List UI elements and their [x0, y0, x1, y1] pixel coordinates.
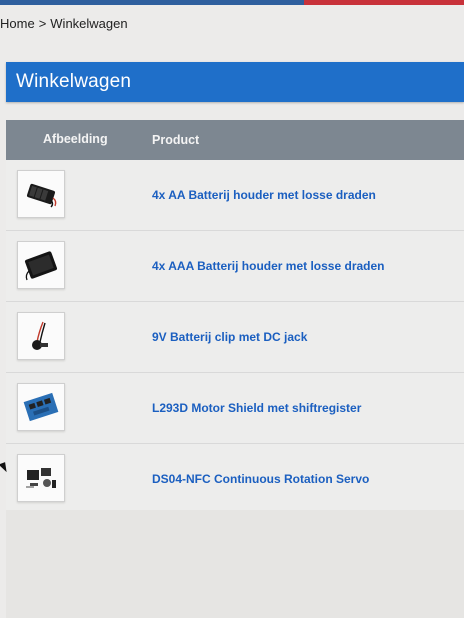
product-link[interactable]: 4x AA Batterij houder met losse draden: [152, 188, 376, 202]
battery-holder-aaa-icon: [24, 251, 58, 281]
page-header: Winkelwagen: [6, 62, 464, 102]
page-title: Winkelwagen: [16, 71, 132, 92]
product-thumbnail[interactable]: [17, 241, 65, 289]
cart-table: Afbeelding Product 4x AA Batterij houder…: [6, 120, 464, 515]
table-header: Afbeelding Product: [6, 120, 464, 160]
content-area-empty: [6, 510, 464, 618]
breadcrumb-separator: >: [38, 16, 47, 32]
battery-clip-icon: [32, 321, 48, 350]
table-row: 9V Batterij clip met DC jack: [6, 302, 464, 373]
breadcrumb-home-link[interactable]: Home: [0, 16, 35, 31]
table-row: DS04-NFC Continuous Rotation Servo: [6, 444, 464, 515]
servo-icon: [26, 468, 56, 488]
column-header-product: Product: [152, 133, 200, 147]
table-row: 4x AA Batterij houder met losse draden: [6, 160, 464, 231]
product-thumbnail[interactable]: [17, 312, 65, 360]
product-thumbnail[interactable]: [17, 170, 65, 218]
breadcrumb-current: Winkelwagen: [50, 16, 128, 32]
product-link[interactable]: 4x AAA Batterij houder met losse draden: [152, 259, 385, 273]
table-row: L293D Motor Shield met shiftregister: [6, 373, 464, 444]
product-link[interactable]: DS04-NFC Continuous Rotation Servo: [152, 472, 369, 486]
table-row: 4x AAA Batterij houder met losse draden: [6, 231, 464, 302]
breadcrumb: Home > Winkelwagen: [0, 15, 128, 31]
column-header-image: Afbeelding: [43, 132, 108, 146]
product-thumbnail[interactable]: [17, 454, 65, 502]
product-link[interactable]: L293D Motor Shield met shiftregister: [152, 401, 361, 415]
motor-shield-icon: [23, 392, 59, 422]
top-accent-bar-red: [304, 0, 464, 5]
product-thumbnail[interactable]: [17, 383, 65, 431]
battery-holder-aa-icon: [26, 183, 57, 208]
product-link[interactable]: 9V Batterij clip met DC jack: [152, 330, 307, 344]
